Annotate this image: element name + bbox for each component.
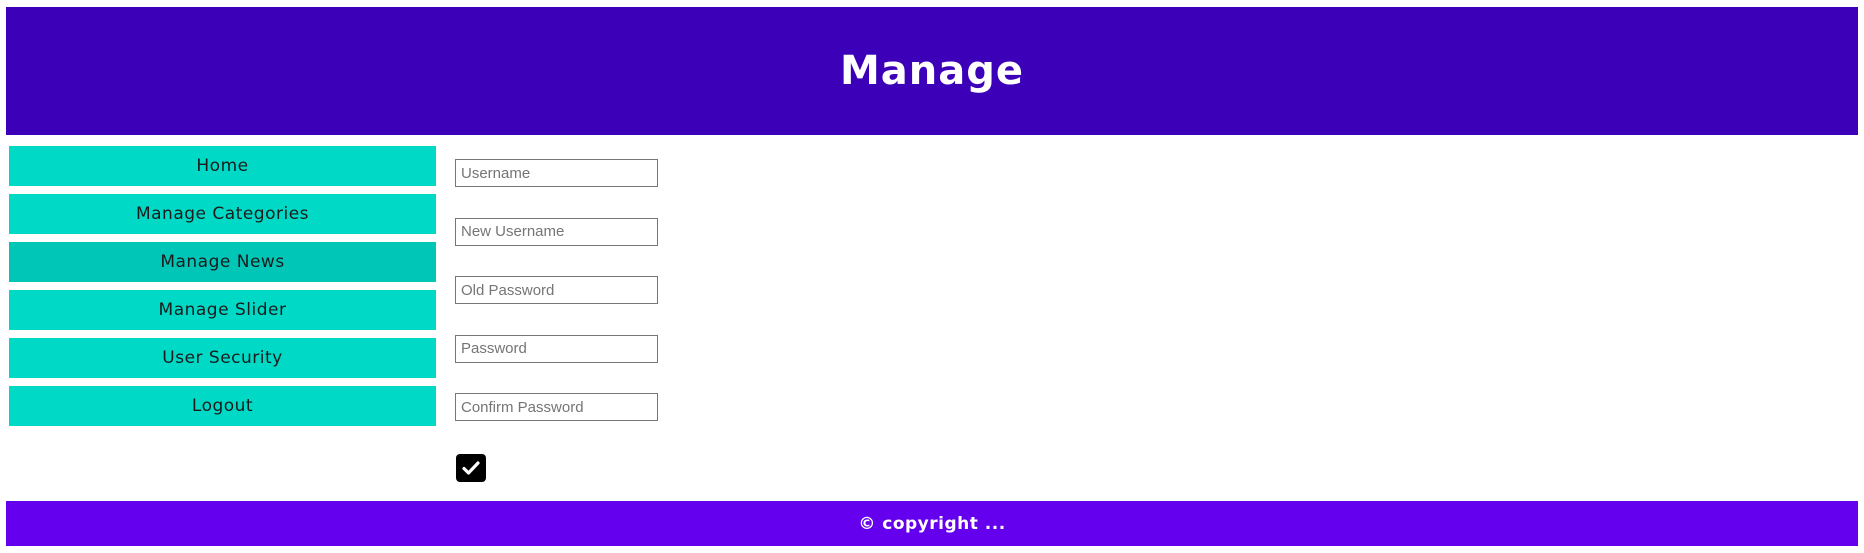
password-input[interactable] [455, 334, 658, 363]
sidebar-item-manage-categories[interactable]: Manage Categories [9, 194, 436, 234]
footer: © copyright ... [6, 501, 1858, 546]
confirm-password-input[interactable] [455, 393, 658, 421]
new-username-input[interactable] [455, 217, 658, 246]
sidebar-nav: Home Manage Categories Manage News Manag… [9, 146, 436, 434]
header: Manage [6, 7, 1858, 135]
sidebar-item-logout[interactable]: Logout [9, 386, 436, 426]
sidebar-item-manage-news[interactable]: Manage News [9, 242, 436, 282]
page-title: Manage [839, 48, 1025, 94]
old-password-input[interactable] [455, 276, 658, 304]
page: Manage Home Manage Categories Manage New… [0, 0, 1864, 553]
check-icon [462, 461, 480, 475]
copyright-text: © copyright ... [858, 513, 1006, 534]
sidebar-item-manage-slider[interactable]: Manage Slider [9, 290, 436, 330]
sidebar-item-user-security[interactable]: User Security [9, 338, 436, 378]
submit-button[interactable] [456, 454, 486, 482]
username-input[interactable] [455, 159, 658, 187]
sidebar-item-home[interactable]: Home [9, 146, 436, 186]
user-security-form [455, 159, 658, 452]
